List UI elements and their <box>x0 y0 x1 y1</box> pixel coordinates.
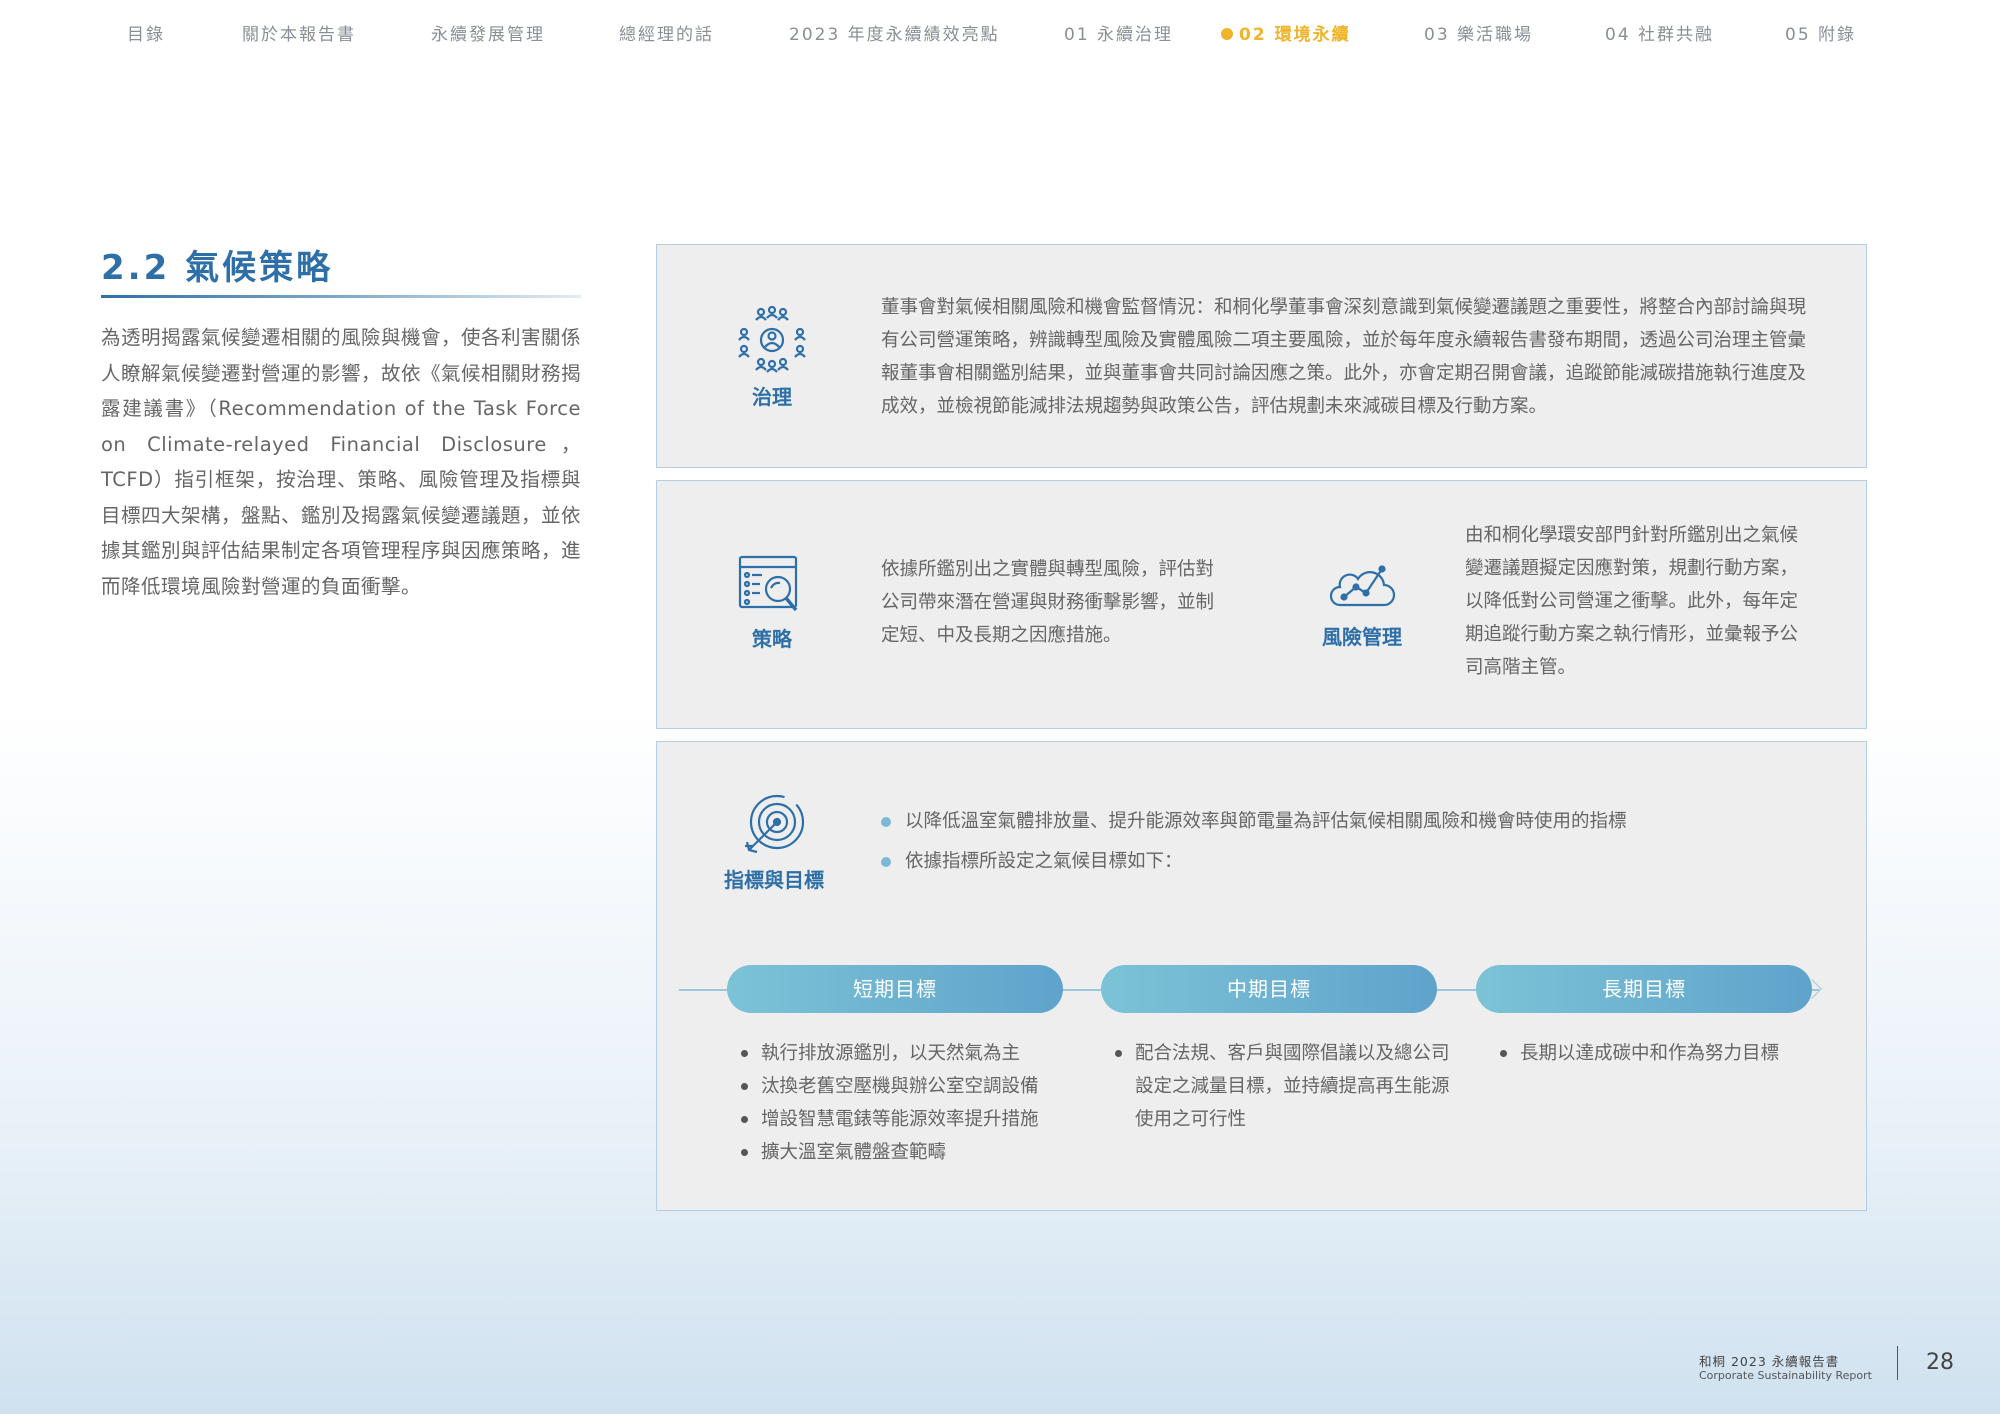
footer-report-subtitle: Corporate Sustainability Report <box>1699 1369 1872 1382</box>
risk-label: 風險管理 <box>1322 625 1402 649</box>
metrics-bullet: 依據指標所設定之氣候目標如下： <box>881 842 1627 882</box>
nav-item-environment[interactable]: 02 環境永續 <box>1221 20 1351 45</box>
governance-text: 董事會對氣候相關風險和機會監督情況：和桐化學董事會深刻意識到氣候變遷議題之重要性… <box>881 297 1807 417</box>
nav-item-highlights[interactable]: 2023 年度永續績效亮點 <box>789 20 1000 45</box>
strategy-label: 策略 <box>752 627 792 651</box>
risk-text: 由和桐化學環安部門針對所鑑別出之氣候變遷議題擬定因應對策，規劃行動方案，以降低對… <box>1465 525 1799 678</box>
strategy-icon-block: 策略 <box>717 555 827 652</box>
nav-item-community[interactable]: 04 社群共融 <box>1605 20 1714 45</box>
footer-report-title: 和桐 2023 永續報告書 <box>1699 1354 1840 1369</box>
intro-paragraph: 為透明揭露氣候變遷相關的風險與機會，使各利害關係人瞭解氣候變遷對營運的影響，故依… <box>101 326 582 598</box>
goal-item: 增設智慧電錶等能源效率提升措施 <box>739 1103 1069 1136</box>
metrics-bullet-list: 以降低溫室氣體排放量、提升能源效率與節電量為評估氣候相關風險和機會時使用的指標 … <box>881 802 1627 882</box>
page-number: 28 <box>1926 1350 1954 1375</box>
goal-item: 汰換老舊空壓機與辦公室空調設備 <box>739 1070 1069 1103</box>
goal-item: 長期以達成碳中和作為努力目標 <box>1498 1037 1818 1070</box>
nav-item-contents[interactable]: 目錄 <box>127 20 165 45</box>
metrics-label: 指標與目標 <box>724 868 824 892</box>
goal-item: 擴大溫室氣體盤查範疇 <box>739 1136 1069 1169</box>
metrics-box: 指標與目標 以降低溫室氣體排放量、提升能源效率與節電量為評估氣候相關風險和機會時… <box>656 741 1867 1211</box>
short-term-goal-pill: 短期目標 <box>727 965 1063 1013</box>
short-term-goal-list: 執行排放源鑑別，以天然氣為主 汰換老舊空壓機與辦公室空調設備 增設智慧電錶等能源… <box>739 1037 1069 1169</box>
governance-box: 治理 董事會對氣候相關風險和機會監督情況：和桐化學董事會深刻意識到氣候變遷議題之… <box>656 244 1867 468</box>
nav-item-about-report[interactable]: 關於本報告書 <box>242 20 356 45</box>
active-dot-icon <box>1221 28 1233 40</box>
document-magnifier-icon <box>738 555 798 612</box>
cloud-chart-icon <box>1329 565 1396 607</box>
long-term-goal-list: 長期以達成碳中和作為努力目標 <box>1498 1037 1818 1070</box>
nav-item-appendix[interactable]: 05 附錄 <box>1785 20 1856 45</box>
target-icon <box>745 794 805 854</box>
nav-item-sustainability-management[interactable]: 永續發展管理 <box>431 20 545 45</box>
goal-item: 配合法規、客戶與國際倡議以及總公司設定之減量目標，並持續提高再生能源使用之可行性 <box>1113 1037 1453 1136</box>
risk-icon-block: 風險管理 <box>1297 555 1427 650</box>
footer-divider <box>1897 1346 1898 1380</box>
strategy-risk-box: 策略 依據所鑑別出之實體與轉型風險，評估對公司帶來潛在營運與財務衝擊影響，並制定… <box>656 480 1867 729</box>
top-navigation: 目錄 關於本報告書 永續發展管理 總經理的話 2023 年度永續績效亮點 01 … <box>0 0 2000 60</box>
goal-item: 執行排放源鑑別，以天然氣為主 <box>739 1037 1069 1070</box>
section-title: 2.2 氣候策略 <box>101 248 334 288</box>
governance-icon-block: 治理 <box>717 305 827 410</box>
mid-term-goal-pill: 中期目標 <box>1101 965 1437 1013</box>
metrics-bullet: 以降低溫室氣體排放量、提升能源效率與節電量為評估氣候相關風險和機會時使用的指標 <box>881 802 1627 842</box>
people-network-icon <box>738 305 806 373</box>
governance-label: 治理 <box>752 385 792 409</box>
mid-term-goal-list: 配合法規、客戶與國際倡議以及總公司設定之減量目標，並持續提高再生能源使用之可行性 <box>1113 1037 1453 1136</box>
title-underline <box>101 295 581 298</box>
nav-item-president-message[interactable]: 總經理的話 <box>619 20 714 45</box>
long-term-goal-pill: 長期目標 <box>1476 965 1812 1013</box>
strategy-text: 依據所鑑別出之實體與轉型風險，評估對公司帶來潛在營運與財務衝擊影響，並制定短、中… <box>881 559 1215 646</box>
nav-item-workplace[interactable]: 03 樂活職場 <box>1424 20 1533 45</box>
nav-item-governance[interactable]: 01 永續治理 <box>1064 20 1173 45</box>
metrics-icon-block: 指標與目標 <box>709 792 839 893</box>
